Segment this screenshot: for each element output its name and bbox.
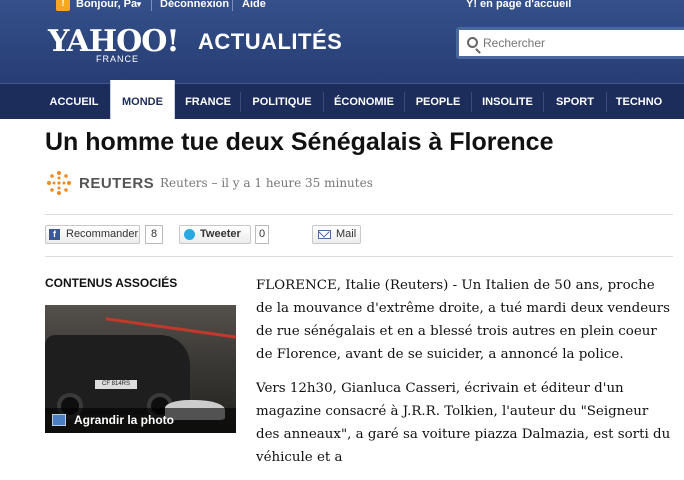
license-plate: CF 814RS [95,380,137,389]
mail-button[interactable]: Mail [312,225,361,244]
search-box[interactable] [456,27,684,59]
yahoo-profile-icon[interactable]: ! [56,0,70,11]
masthead: ! Bonjour, Pa ▼ Déconnexion Aide Y! en p… [0,0,684,120]
help-link[interactable]: Aide [242,0,266,10]
enlarge-icon [52,414,66,426]
logo-country: FRANCE [96,54,140,64]
recommend-button[interactable]: f Recommander [45,225,140,244]
main-nav: ACCUEIL MONDE FRANCE POLITIQUE ÉCONOMIE … [0,80,684,120]
related-content-title: CONTENUS ASSOCIÉS [45,276,178,290]
utility-bar: ! Bonjour, Pa ▼ Déconnexion Aide Y! en p… [0,0,684,12]
nav-item-techno[interactable]: TECHNO [607,84,671,120]
tweet-count: 0 [255,225,269,244]
mail-label: Mail [336,228,357,240]
separator [232,0,233,11]
homepage-link[interactable]: Y! en page d'accueil [466,0,571,10]
recommend-label: Recommander [66,228,139,240]
divider [45,256,673,257]
reuters-logo-icon [47,171,71,195]
logout-link[interactable]: Déconnexion [160,0,229,10]
greeting-link[interactable]: Bonjour, Pa [76,0,137,10]
article-headline: Un homme tue deux Sénégalais à Florence [45,128,554,156]
nav-item-sport[interactable]: SPORT [544,84,606,120]
chevron-down-icon[interactable]: ▼ [135,0,143,9]
nav-item-economie[interactable]: ÉCONOMIE [324,84,404,120]
article-paragraph: FLORENCE, Italie (Reuters) - Un Italien … [256,278,671,362]
nav-item-france[interactable]: FRANCE [176,84,240,120]
search-icon [467,37,478,48]
mail-icon [318,230,331,239]
nav-item-accueil[interactable]: ACCUEIL [38,84,110,120]
article-body: FLORENCE, Italie (Reuters) - Un Italien … [256,274,672,480]
article-byline: Reuters – il y a 1 heure 35 minutes [160,176,373,190]
separator [151,0,152,11]
recommend-count: 8 [145,225,163,244]
enlarge-photo-link[interactable]: Agrandir la photo [45,408,236,433]
source-name[interactable]: REUTERS [79,175,154,192]
search-input[interactable] [483,34,683,52]
nav-item-people[interactable]: PEOPLE [405,84,471,120]
tweet-label: Tweeter [200,228,241,240]
facebook-icon: f [49,229,60,240]
tweet-button[interactable]: Tweeter [179,225,251,244]
enlarge-label: Agrandir la photo [74,413,174,427]
nav-item-monde[interactable]: MONDE [110,80,175,120]
section-title[interactable]: ACTUALITÉS [198,29,342,55]
divider [45,214,673,215]
twitter-icon [184,229,195,240]
article-paragraph: Vers 12h30, Gianluca Casseri, écrivain e… [256,381,671,465]
nav-item-insolite[interactable]: INSOLITE [472,84,543,120]
nav-item-politique[interactable]: POLITIQUE [241,84,323,120]
